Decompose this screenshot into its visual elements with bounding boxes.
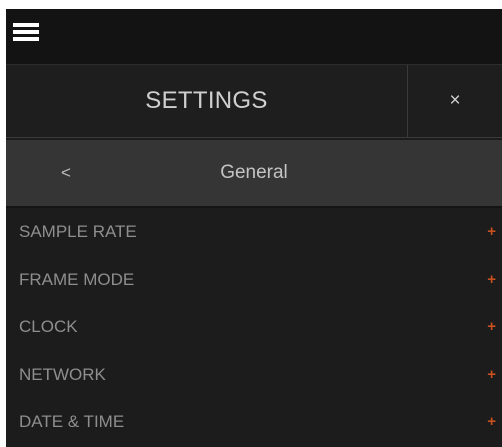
- back-button[interactable]: <: [46, 140, 86, 206]
- menu-item-date-time[interactable]: DATE & TIME +: [6, 398, 502, 446]
- plus-icon[interactable]: +: [487, 351, 496, 399]
- app-frame: SETTINGS × < General SAMPLE RATE + FRAME…: [6, 9, 502, 447]
- menu-item-frame-mode[interactable]: FRAME MODE +: [6, 256, 502, 304]
- settings-header: SETTINGS ×: [6, 64, 502, 138]
- hamburger-line: [13, 30, 39, 34]
- menu-item-label: DATE & TIME: [19, 412, 125, 431]
- plus-icon[interactable]: +: [487, 398, 496, 446]
- plus-icon[interactable]: +: [487, 303, 496, 351]
- top-bar: [6, 9, 502, 64]
- menu-item-label: SAMPLE RATE: [19, 222, 137, 241]
- hamburger-line: [13, 37, 39, 41]
- close-button[interactable]: ×: [408, 65, 502, 137]
- settings-menu-list: SAMPLE RATE + FRAME MODE + CLOCK + NETWO…: [6, 208, 502, 446]
- plus-icon[interactable]: +: [487, 208, 496, 256]
- plus-icon[interactable]: +: [487, 256, 496, 304]
- menu-item-label: CLOCK: [19, 317, 78, 336]
- hamburger-line: [13, 23, 39, 27]
- menu-item-label: FRAME MODE: [19, 269, 135, 289]
- section-subheader: < General: [6, 140, 502, 208]
- menu-item-sample-rate[interactable]: SAMPLE RATE +: [6, 208, 502, 256]
- settings-title: SETTINGS: [145, 87, 268, 114]
- menu-item-label: NETWORK: [19, 364, 106, 384]
- menu-item-clock[interactable]: CLOCK +: [6, 303, 502, 351]
- menu-item-network[interactable]: NETWORK +: [6, 351, 502, 399]
- hamburger-menu-icon[interactable]: [13, 23, 39, 41]
